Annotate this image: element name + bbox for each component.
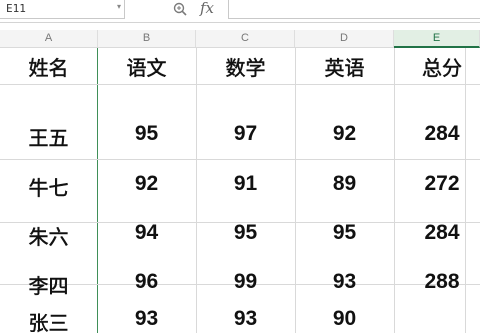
- column-header-c[interactable]: C: [196, 30, 295, 47]
- formula-bar: E11 ▾ fx: [0, 0, 480, 23]
- table-row-chinese[interactable]: 92: [97, 172, 196, 196]
- table-row-name[interactable]: 朱六: [0, 221, 97, 250]
- chevron-down-icon[interactable]: ▾: [117, 2, 121, 11]
- cell-grid: 姓名 语文 数学 英语 总分 王五 95 97 92 284 牛七 92 91 …: [0, 48, 480, 333]
- name-box-value: E11: [6, 2, 26, 15]
- table-row-math[interactable]: 95: [196, 221, 295, 245]
- table-row-total[interactable]: 272: [394, 172, 480, 196]
- table-row-name[interactable]: 牛七: [0, 172, 97, 201]
- table-row-math[interactable]: 99: [196, 270, 295, 294]
- column-header-row: A B C D E: [0, 30, 480, 48]
- table-row-english[interactable]: 89: [295, 172, 394, 196]
- table-row-english[interactable]: 93: [295, 270, 394, 294]
- table-row-chinese[interactable]: 95: [97, 122, 196, 146]
- table-row-name[interactable]: 李四: [0, 270, 97, 299]
- table-row-math[interactable]: 93: [196, 307, 295, 331]
- gridline: [0, 84, 480, 85]
- formula-tools: fx: [132, 0, 228, 18]
- name-box[interactable]: E11 ▾: [0, 0, 125, 19]
- table-row-math[interactable]: 97: [196, 122, 295, 146]
- table-row-total[interactable]: 284: [394, 122, 480, 146]
- cell-header-chinese[interactable]: 语文: [97, 52, 196, 81]
- column-header-a[interactable]: A: [0, 30, 98, 47]
- table-row-total[interactable]: 288: [394, 270, 480, 294]
- insert-function-button[interactable]: fx: [200, 0, 214, 17]
- column-header-d[interactable]: D: [295, 30, 394, 47]
- cell-header-math[interactable]: 数学: [196, 52, 295, 81]
- table-row-total[interactable]: 284: [394, 221, 480, 245]
- table-row-english[interactable]: 92: [295, 122, 394, 146]
- spreadsheet-grid: A B C D E 姓名 语文 数学 英语 总分 王五 95 97 92 284…: [0, 22, 480, 333]
- table-row-english[interactable]: 95: [295, 221, 394, 245]
- cell-header-name[interactable]: 姓名: [0, 52, 97, 81]
- table-row-name[interactable]: 王五: [0, 122, 97, 151]
- cell-header-total[interactable]: 总分: [394, 52, 480, 81]
- column-header-b[interactable]: B: [98, 30, 196, 47]
- table-row-chinese[interactable]: 94: [97, 221, 196, 245]
- table-row-english[interactable]: 90: [295, 307, 394, 331]
- zoom-icon[interactable]: [172, 1, 190, 17]
- cell-header-english[interactable]: 英语: [295, 52, 394, 81]
- table-row-name[interactable]: 张三: [0, 307, 97, 333]
- table-row-chinese[interactable]: 96: [97, 270, 196, 294]
- table-row-math[interactable]: 91: [196, 172, 295, 196]
- table-row-chinese[interactable]: 93: [97, 307, 196, 331]
- column-header-e[interactable]: E: [394, 30, 480, 48]
- gridline: [0, 159, 480, 160]
- formula-input[interactable]: [228, 0, 480, 19]
